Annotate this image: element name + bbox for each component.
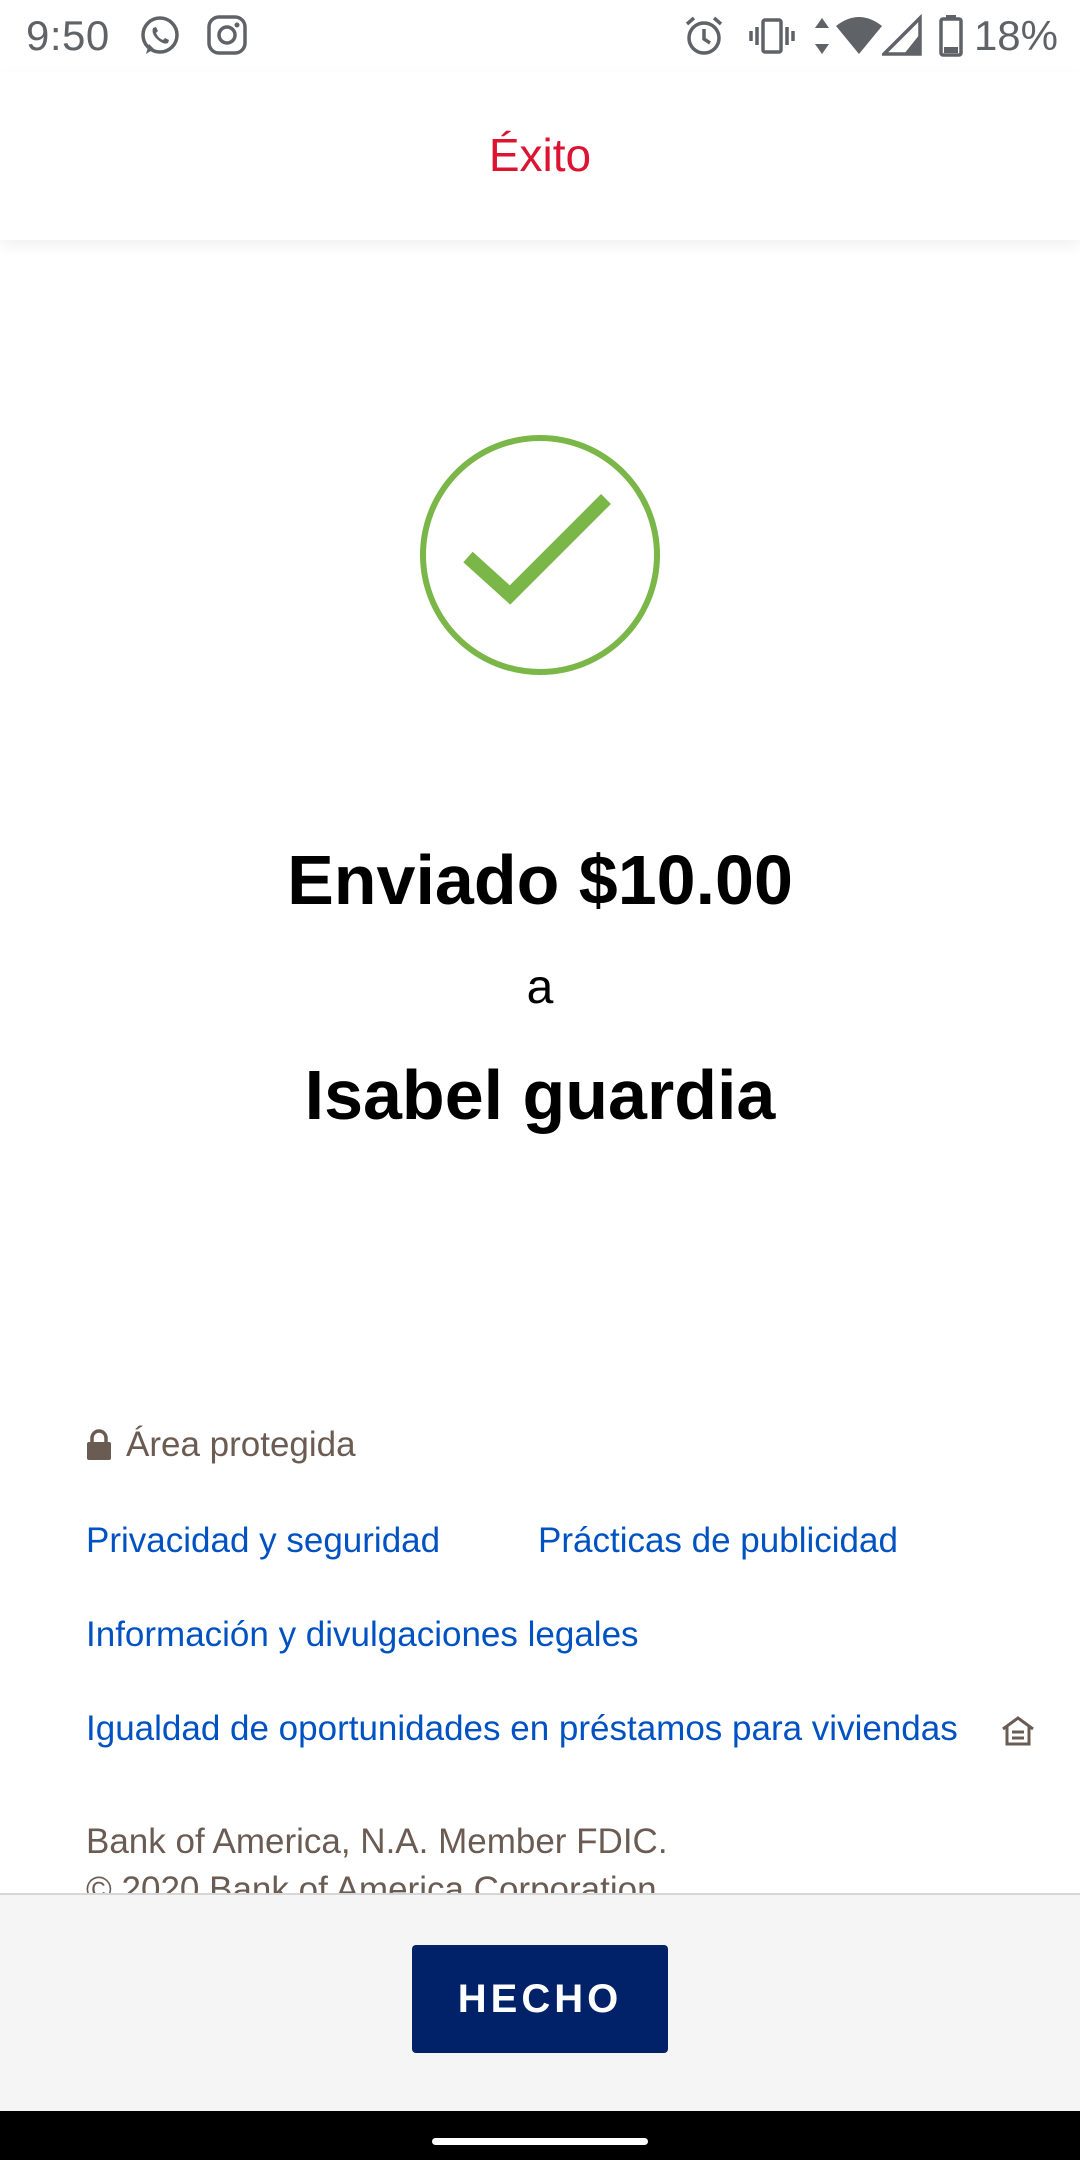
page-title: Éxito xyxy=(488,129,592,181)
privacy-link[interactable]: Privacidad y seguridad xyxy=(86,1521,440,1561)
legal-disclosures-link[interactable]: Información y divulgaciones legales xyxy=(86,1615,639,1655)
battery-icon xyxy=(938,14,964,63)
main-content[interactable]: Enviado $10.00 a Isabel guardia Área pro… xyxy=(0,240,1080,1893)
data-arrows-icon xyxy=(812,14,832,63)
whatsapp-icon xyxy=(138,14,182,63)
status-bar: 9:50 18% xyxy=(0,0,1080,72)
secure-area: Área protegida xyxy=(86,1425,356,1465)
sent-amount: Enviado $10.00 xyxy=(287,841,793,919)
vibrate-icon xyxy=(748,14,796,63)
legal-footer: Bank of America, N.A. Member FDIC. © 202… xyxy=(86,1818,668,1893)
fdic-notice: Bank of America, N.A. Member FDIC. xyxy=(86,1822,668,1861)
app-header: Éxito xyxy=(0,72,1080,240)
system-nav-bar xyxy=(0,2111,1080,2160)
copyright-notice: © 2020 Bank of America Corporation. xyxy=(86,1870,667,1893)
alarm-icon xyxy=(682,14,726,63)
equal-housing-icon xyxy=(1002,1716,1034,1746)
secure-area-label: Área protegida xyxy=(126,1425,356,1464)
success-checkmark-icon xyxy=(420,435,660,675)
instagram-icon xyxy=(206,14,248,61)
ad-practices-link[interactable]: Prácticas de publicidad xyxy=(538,1521,898,1561)
wifi-icon xyxy=(834,14,884,63)
battery-percent: 18% xyxy=(973,12,1058,59)
done-button[interactable]: HECHO xyxy=(412,1945,668,2053)
recipient-name: Isabel guardia xyxy=(304,1056,776,1134)
to-label: a xyxy=(526,961,554,1014)
equal-housing-link[interactable]: Igualdad de oportunidades en préstamos p… xyxy=(86,1709,958,1749)
action-bar: HECHO xyxy=(0,1893,1080,2111)
home-gesture-handle[interactable] xyxy=(432,2138,648,2145)
status-time: 9:50 xyxy=(26,12,110,59)
lock-icon xyxy=(87,1429,111,1460)
cell-signal-icon xyxy=(879,13,922,63)
